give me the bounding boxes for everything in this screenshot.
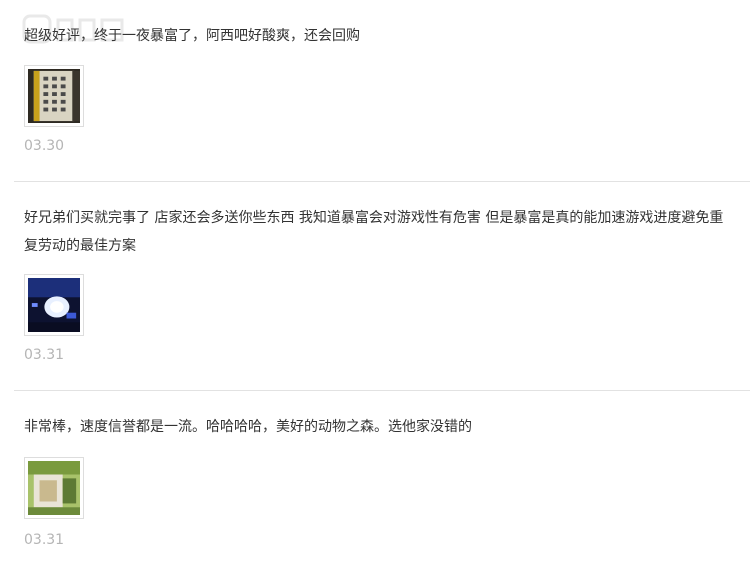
review-item: 非常棒，速度信誉都是一流。哈哈哈哈，美好的动物之森。选他家没错的 03.31 (14, 391, 750, 568)
review-text: 非常棒，速度信誉都是一流。哈哈哈哈，美好的动物之森。选他家没错的 (24, 419, 472, 435)
review-date: 03.31 (24, 532, 65, 548)
game-screen-photo-icon (28, 278, 80, 332)
console-photo-icon (28, 461, 80, 515)
review-text: 超级好评，终于一夜暴富了，阿西吧好酸爽，还会回购 (24, 28, 360, 44)
review-date: 03.31 (24, 347, 65, 363)
review-item: 超级好评，终于一夜暴富了，阿西吧好酸爽，还会回购 03.30 (14, 0, 750, 182)
review-list: 超级好评，终于一夜暴富了，阿西吧好酸爽，还会回购 03.30 好兄弟们买就完事了… (14, 0, 750, 568)
review-photo-thumbnail[interactable] (24, 274, 84, 336)
review-photo-thumbnail[interactable] (24, 457, 84, 519)
review-text: 好兄弟们买就完事了 店家还会多送你些东西 我知道暴富会对游戏性有危害 但是暴富是… (24, 210, 724, 254)
review-date: 03.30 (24, 138, 65, 154)
calculator-keypad-photo-icon (28, 69, 80, 123)
review-photo-thumbnail[interactable] (24, 65, 84, 127)
review-item: 好兄弟们买就完事了 店家还会多送你些东西 我知道暴富会对游戏性有危害 但是暴富是… (14, 182, 750, 391)
